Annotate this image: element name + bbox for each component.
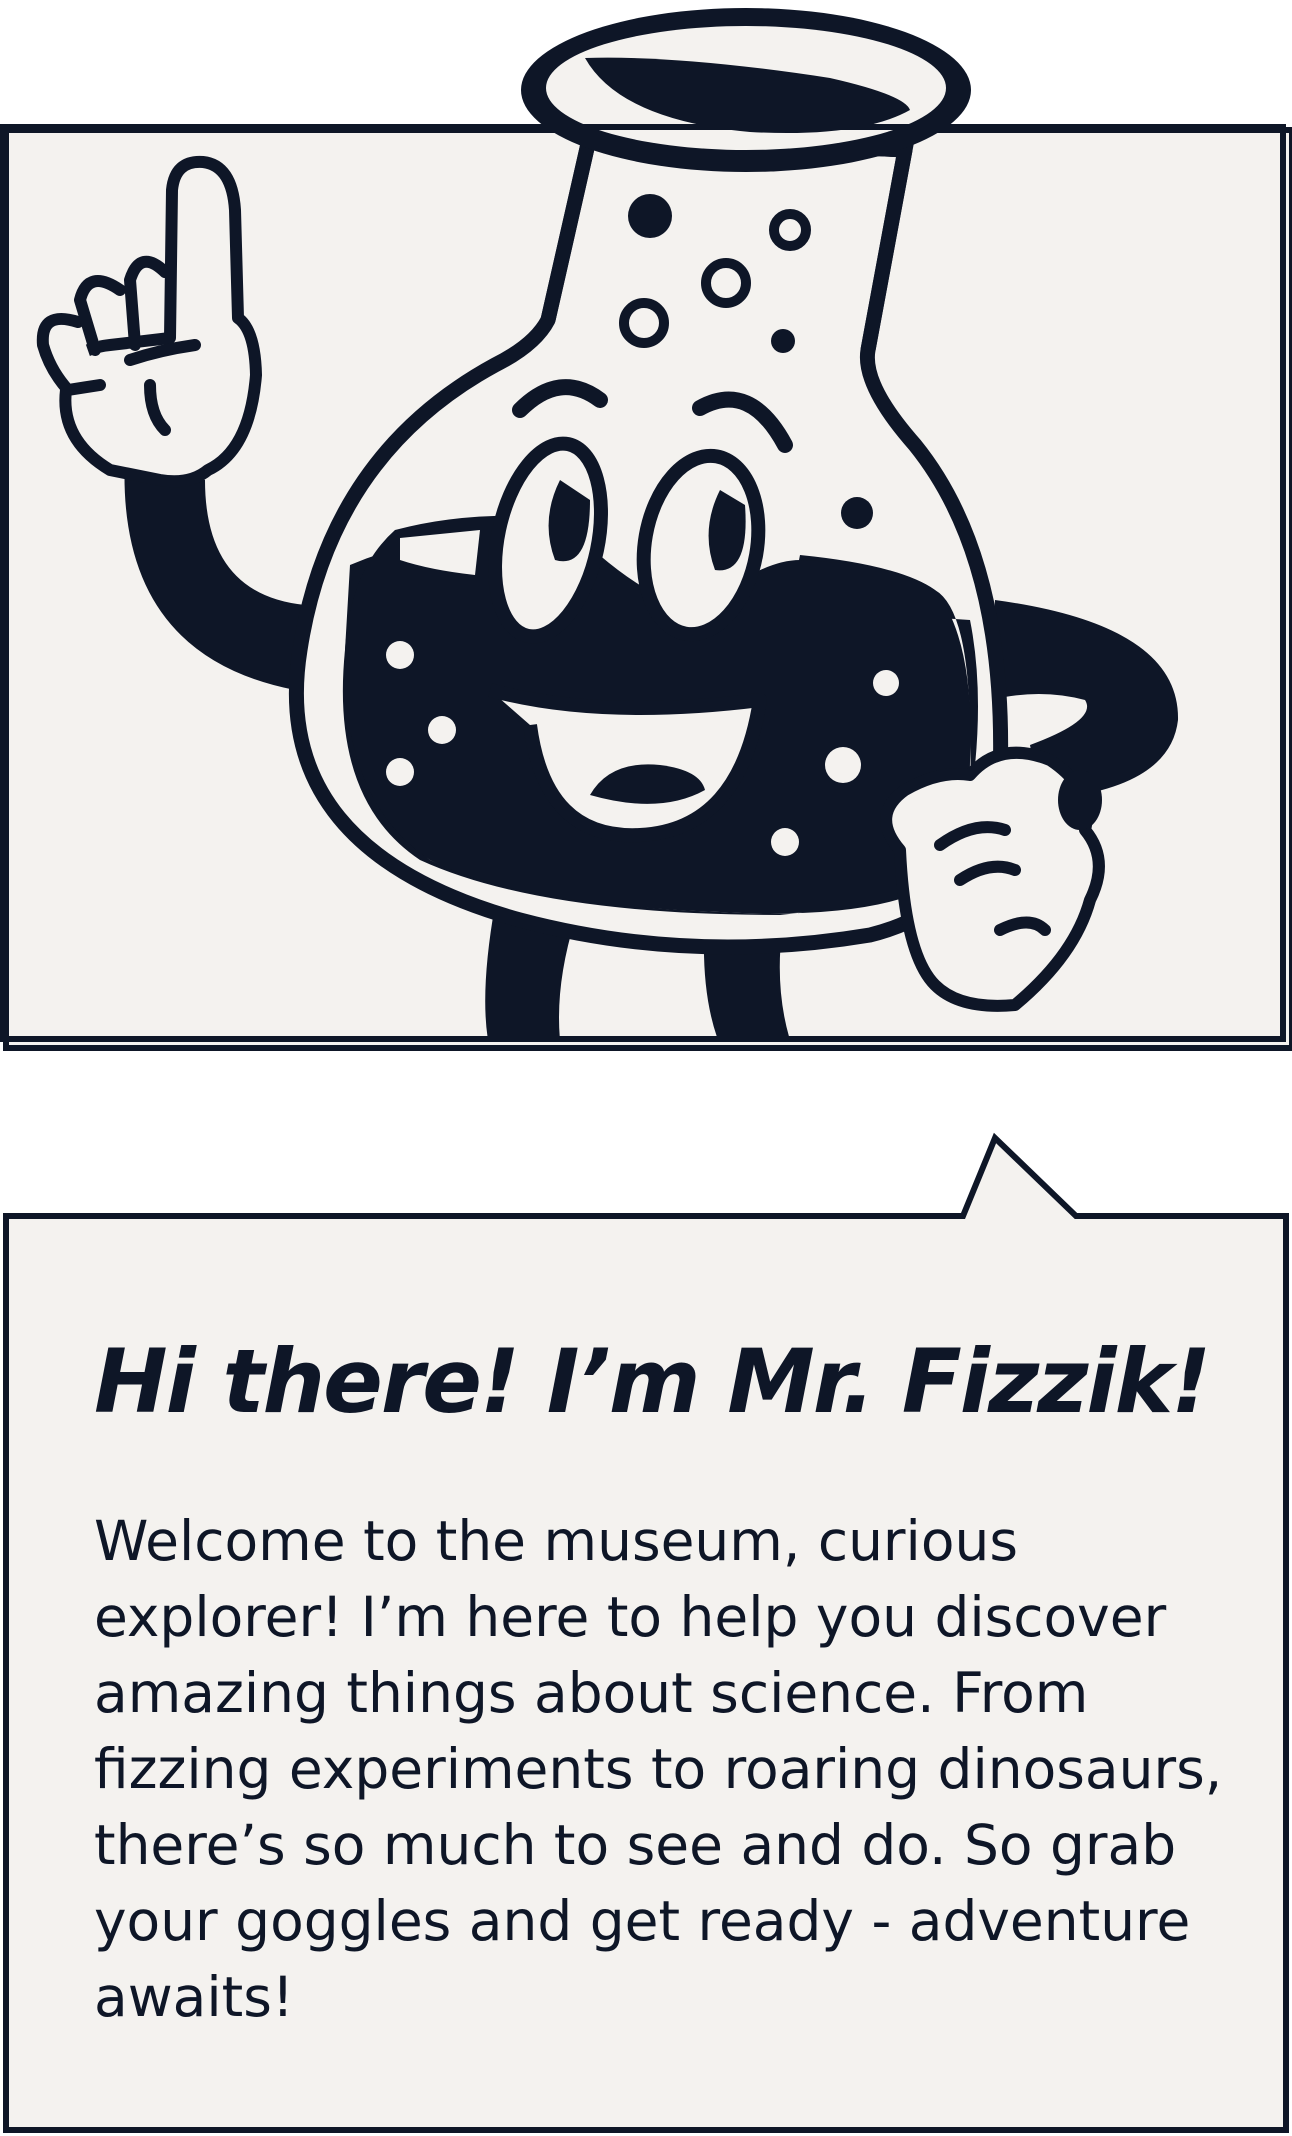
bubble-title: Hi there! I’m Mr. Fizzik! bbox=[94, 1330, 1211, 1433]
flask-mascot-icon bbox=[0, 8, 1286, 1042]
bubble-body: Welcome to the museum, curious explorer!… bbox=[94, 1509, 1223, 2029]
